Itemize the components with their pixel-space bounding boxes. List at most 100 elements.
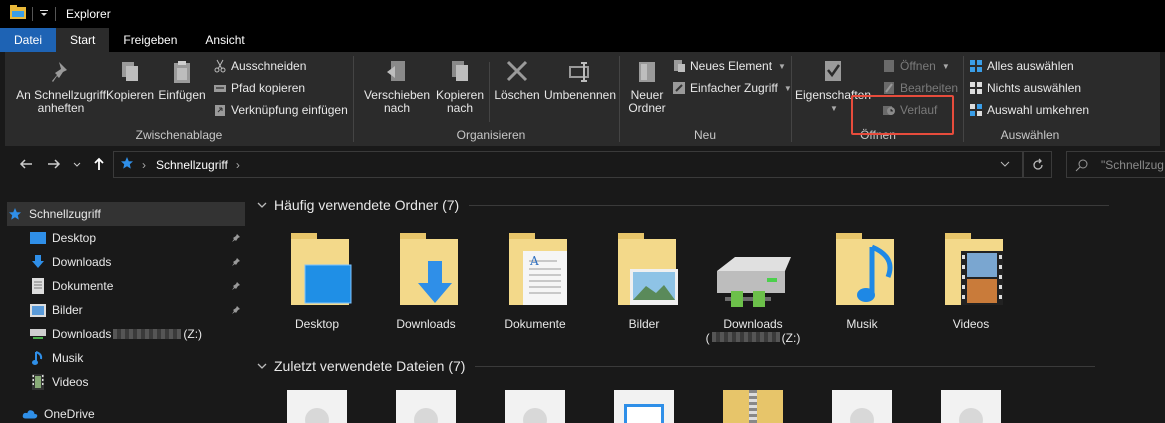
section-recent-files[interactable]: Zuletzt verwendete Dateien (7) [257, 358, 1096, 374]
svg-text:A: A [529, 254, 539, 268]
file-thumbnail [959, 408, 983, 423]
customize-toolbar-icon[interactable] [39, 7, 49, 21]
title-bar: Explorer [0, 0, 1165, 27]
file-thumbnail [523, 408, 547, 423]
navigation-bar: › Schnellzugriff › "Schnellzug [0, 146, 1165, 183]
sidebar-item-downloads[interactable]: Downloads [30, 250, 245, 274]
easy-access-button[interactable]: Einfacher Zugriff ▼ [672, 78, 792, 98]
breadcrumb[interactable]: Schnellzugriff [156, 158, 228, 172]
ribbon: An Schnellzugriff anheften Kopieren Einf… [5, 52, 1160, 146]
recent-file-tile[interactable] [832, 390, 892, 423]
pin-icon[interactable] [231, 304, 241, 318]
chevron-down-icon[interactable] [1000, 158, 1010, 172]
pin-icon[interactable] [231, 232, 241, 246]
sidebar-item-documents[interactable]: Dokumente [30, 274, 245, 298]
open-button[interactable]: Öffnen ▼ [882, 56, 950, 76]
videos-folder-icon [945, 233, 1003, 305]
group-label-new: Neu [693, 128, 716, 142]
search-box[interactable]: "Schnellzug [1066, 151, 1165, 178]
dropdown-caret-icon: ▼ [830, 104, 838, 113]
invert-selection-button[interactable]: Auswahl umkehren [969, 100, 1089, 120]
copy-to-button[interactable]: Kopieren nach [430, 58, 490, 115]
paste-shortcut-button[interactable]: Verknüpfung einfügen [213, 100, 348, 120]
pictures-folder-icon [618, 233, 678, 305]
folder-tile-documents[interactable]: A Dokumente [487, 231, 583, 331]
tab-file[interactable]: Datei [0, 28, 57, 52]
sidebar-item-pictures[interactable]: Bilder [30, 298, 245, 322]
divider [32, 6, 33, 21]
file-thumbnail [850, 408, 874, 423]
chevron-down-icon[interactable] [257, 361, 267, 371]
recent-file-tile[interactable] [941, 390, 1001, 423]
sidebar-item-music[interactable]: Musik [30, 346, 245, 370]
pin-quick-access-button[interactable]: An Schnellzugriff anheften [13, 58, 109, 115]
folder-tile-desktop[interactable]: Desktop [269, 231, 365, 331]
copy-button[interactable]: Kopieren [105, 58, 155, 102]
divider [469, 204, 1110, 206]
copy-to-icon [452, 61, 468, 81]
tab-home[interactable]: Start [56, 28, 110, 52]
ribbon-separator [963, 56, 964, 142]
select-all-button[interactable]: Alles auswählen [969, 56, 1074, 76]
address-bar[interactable]: › Schnellzugriff › [113, 151, 1023, 178]
copy-path-icon [214, 85, 226, 92]
chevron-right-icon: › [142, 157, 146, 172]
select-none-button[interactable]: Nichts auswählen [969, 78, 1081, 98]
delete-icon [506, 60, 528, 82]
rename-button[interactable]: Umbenennen [542, 58, 618, 102]
network-drive-icon [30, 326, 46, 342]
recent-file-tile[interactable] [614, 390, 674, 423]
recent-file-tile[interactable] [396, 390, 456, 423]
chevron-right-icon[interactable]: › [236, 158, 240, 172]
sidebar-item-network-drive[interactable]: Downloads (Z:) [30, 322, 245, 346]
folder-tile-network-drive[interactable]: Downloads ((Z:) [705, 231, 801, 345]
file-thumbnail [624, 404, 664, 423]
clipboard-icon [174, 61, 190, 83]
refresh-button[interactable] [1023, 151, 1052, 178]
highlight-box [851, 95, 954, 135]
move-to-icon [387, 61, 405, 81]
folder-tile-pictures[interactable]: Bilder [596, 231, 692, 331]
back-arrow-icon[interactable] [18, 156, 34, 175]
search-placeholder: "Schnellzug [1101, 157, 1164, 172]
forward-arrow-icon[interactable] [46, 156, 62, 175]
up-arrow-icon[interactable] [91, 156, 107, 175]
chevron-down-icon[interactable] [257, 200, 267, 210]
document-icon [30, 278, 46, 294]
folder-tile-music[interactable]: Musik [814, 231, 910, 331]
tab-view[interactable]: Ansicht [191, 28, 258, 52]
open-icon [884, 60, 894, 72]
pin-icon[interactable] [231, 256, 241, 270]
section-frequent-folders[interactable]: Häufig verwendete Ordner (7) [257, 197, 1110, 213]
scissors-icon [214, 59, 226, 73]
download-arrow-icon [30, 254, 46, 270]
move-to-button[interactable]: Verschieben nach [362, 58, 432, 115]
file-thumbnail [414, 408, 438, 423]
redacted-text [113, 329, 182, 339]
new-item-icon [674, 60, 685, 72]
sidebar-item-videos[interactable]: Videos [30, 370, 245, 394]
paste-button[interactable]: Einfügen [157, 58, 207, 102]
new-folder-button[interactable]: Neuer Ordner [624, 58, 670, 115]
recent-file-tile[interactable] [505, 390, 565, 423]
recent-file-tile[interactable] [723, 390, 783, 423]
sidebar-item-onedrive[interactable]: OneDrive [22, 402, 245, 423]
cut-button[interactable]: Ausschneiden [213, 56, 306, 76]
delete-button[interactable]: Löschen [492, 58, 542, 102]
properties-icon [825, 61, 841, 81]
copy-path-button[interactable]: Pfad kopieren [213, 78, 305, 98]
sidebar-item-quick-access[interactable]: Schnellzugriff [7, 202, 245, 226]
divider [489, 62, 490, 122]
folder-tile-videos[interactable]: Videos [923, 231, 1019, 331]
explorer-icon[interactable] [10, 5, 26, 22]
new-item-button[interactable]: Neues Element ▼ [672, 56, 786, 76]
tab-share[interactable]: Freigeben [109, 28, 191, 52]
desktop-icon [30, 230, 46, 246]
folder-tile-downloads[interactable]: Downloads [378, 231, 474, 331]
recent-file-tile[interactable] [287, 390, 347, 423]
content-pane: Häufig verwendete Ordner (7) Desktop Dow… [247, 183, 1165, 423]
recent-locations-icon[interactable] [72, 156, 82, 175]
film-icon [30, 374, 46, 390]
sidebar-item-desktop[interactable]: Desktop [30, 226, 245, 250]
pin-icon[interactable] [231, 280, 241, 294]
